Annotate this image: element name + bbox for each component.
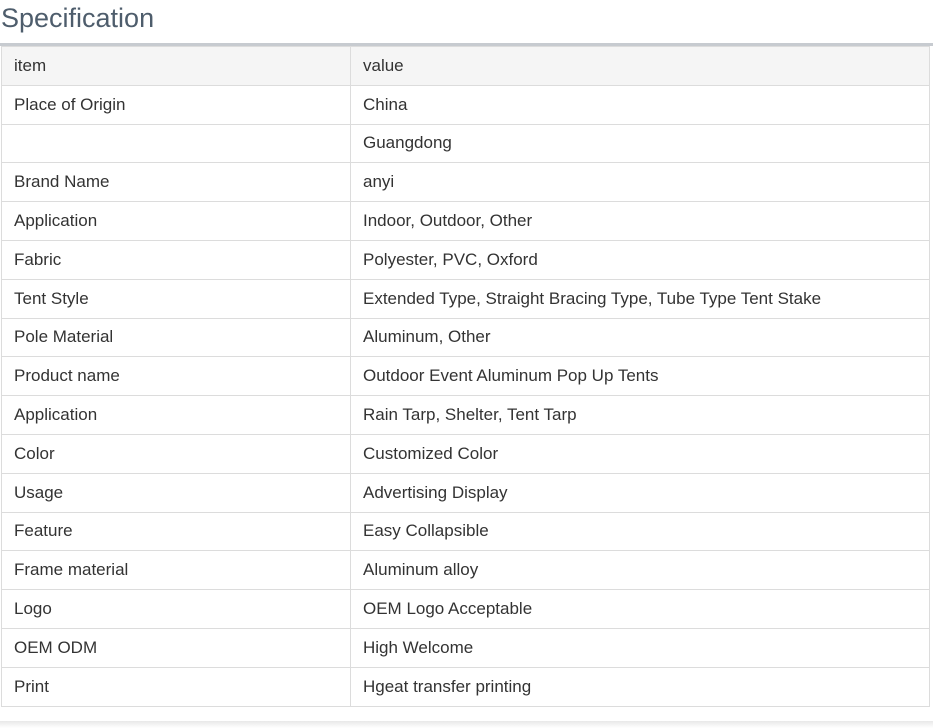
row-value: Extended Type, Straight Bracing Type, Tu… (350, 278, 930, 319)
specification-section: Specification item value Place of Origin… (0, 0, 933, 728)
row-value: Customized Color (350, 433, 930, 474)
table-header-row: item value (1, 46, 930, 86)
row-value: Easy Collapsible (350, 511, 930, 552)
row-item: Product name (1, 356, 351, 397)
table-row: Brand Name anyi (1, 162, 930, 203)
row-value: Guangdong (350, 123, 930, 164)
row-item: Application (1, 395, 351, 435)
row-value: anyi (350, 162, 930, 203)
row-item: OEM ODM (1, 627, 351, 668)
row-value: Outdoor Event Aluminum Pop Up Tents (350, 356, 930, 397)
table-row: Application Indoor, Outdoor, Other (1, 201, 930, 241)
table-row: Usage Advertising Display (1, 472, 930, 513)
table-row: Frame material Aluminum alloy (1, 550, 930, 591)
row-item: Frame material (1, 550, 351, 591)
table-row: Product name Outdoor Event Aluminum Pop … (1, 356, 930, 397)
row-value: Rain Tarp, Shelter, Tent Tarp (350, 395, 930, 435)
row-item: Pole Material (1, 317, 351, 358)
table-row: Feature Easy Collapsible (1, 511, 930, 552)
row-value: Aluminum, Other (350, 317, 930, 358)
table-row: Tent Style Extended Type, Straight Braci… (1, 278, 930, 319)
table-row: OEM ODM High Welcome (1, 627, 930, 668)
table-row: Application Rain Tarp, Shelter, Tent Tar… (1, 395, 930, 435)
table-row: Logo OEM Logo Acceptable (1, 589, 930, 629)
row-value: OEM Logo Acceptable (350, 589, 930, 629)
row-value: Advertising Display (350, 472, 930, 513)
row-item: Application (1, 201, 351, 241)
table-row: Pole Material Aluminum, Other (1, 317, 930, 358)
row-item: Feature (1, 511, 351, 552)
row-item: Place of Origin (1, 84, 351, 125)
header-item: item (1, 46, 351, 86)
row-item: Print (1, 666, 351, 707)
table-row: Print Hgeat transfer printing (1, 666, 930, 707)
table-row: Fabric Polyester, PVC, Oxford (1, 239, 930, 280)
row-value: Hgeat transfer printing (350, 666, 930, 707)
row-value: Polyester, PVC, Oxford (350, 239, 930, 280)
row-value: China (350, 84, 930, 125)
row-item (1, 123, 351, 164)
row-item: Usage (1, 472, 351, 513)
bottom-shadow (0, 721, 933, 728)
row-item: Color (1, 433, 351, 474)
row-value: High Welcome (350, 627, 930, 668)
header-value: value (350, 46, 930, 86)
row-item: Brand Name (1, 162, 351, 203)
table-row: Guangdong (1, 123, 930, 164)
row-item: Fabric (1, 239, 351, 280)
row-item: Logo (1, 589, 351, 629)
row-value: Aluminum alloy (350, 550, 930, 591)
specification-table: item value Place of Origin China Guangdo… (1, 46, 930, 707)
row-item: Tent Style (1, 278, 351, 319)
table-row: Place of Origin China (1, 84, 930, 125)
section-title: Specification (1, 3, 155, 33)
table-row: Color Customized Color (1, 433, 930, 474)
row-value: Indoor, Outdoor, Other (350, 201, 930, 241)
